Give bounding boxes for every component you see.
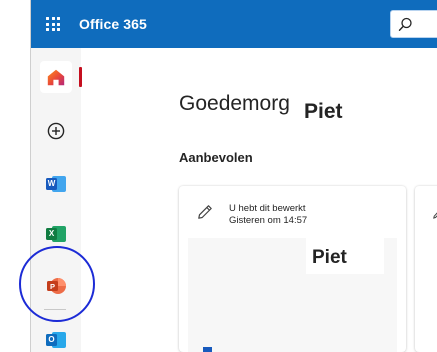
- document-preview[interactable]: Piet: [188, 238, 397, 352]
- rail-item-outlook[interactable]: O: [40, 324, 72, 352]
- rail-item-create[interactable]: [40, 115, 72, 147]
- app-title[interactable]: Office 365: [79, 16, 147, 32]
- excel-icon: X: [46, 225, 66, 243]
- recommended-card[interactable]: U hebt dit bewerkt Gisteren om 14:57 Pie…: [179, 186, 406, 352]
- preview-name-label: Piet: [312, 247, 347, 268]
- greeting-heading: Goedemorg: [179, 92, 290, 115]
- edit-pencil-icon: [433, 212, 437, 219]
- app-launcher-icon[interactable]: [46, 17, 60, 31]
- search-box[interactable]: [390, 10, 437, 38]
- word-icon: W: [46, 175, 66, 193]
- top-bar: Office 365: [31, 0, 437, 48]
- name-label-overlay: Piet: [300, 97, 354, 125]
- preview-name-overlay: Piet: [306, 238, 384, 274]
- add-circle-icon: [47, 122, 65, 140]
- rail-item-word[interactable]: W: [40, 168, 72, 200]
- activity-time: Gisteren om 14:57: [229, 215, 308, 226]
- recommended-card-partial[interactable]: [415, 186, 437, 352]
- rail-item-home[interactable]: [40, 61, 72, 93]
- home-icon: [47, 69, 65, 85]
- document-type-mark: [203, 347, 212, 352]
- edit-pencil-icon: [198, 205, 212, 219]
- outlook-icon: O: [46, 331, 66, 349]
- activity-text: U hebt dit bewerkt: [229, 203, 306, 214]
- name-label: Piet: [304, 100, 343, 123]
- highlight-circle: [19, 246, 95, 322]
- recommended-heading: Aanbevolen: [179, 150, 253, 165]
- selected-indicator: [79, 67, 82, 87]
- search-icon[interactable]: [398, 17, 413, 32]
